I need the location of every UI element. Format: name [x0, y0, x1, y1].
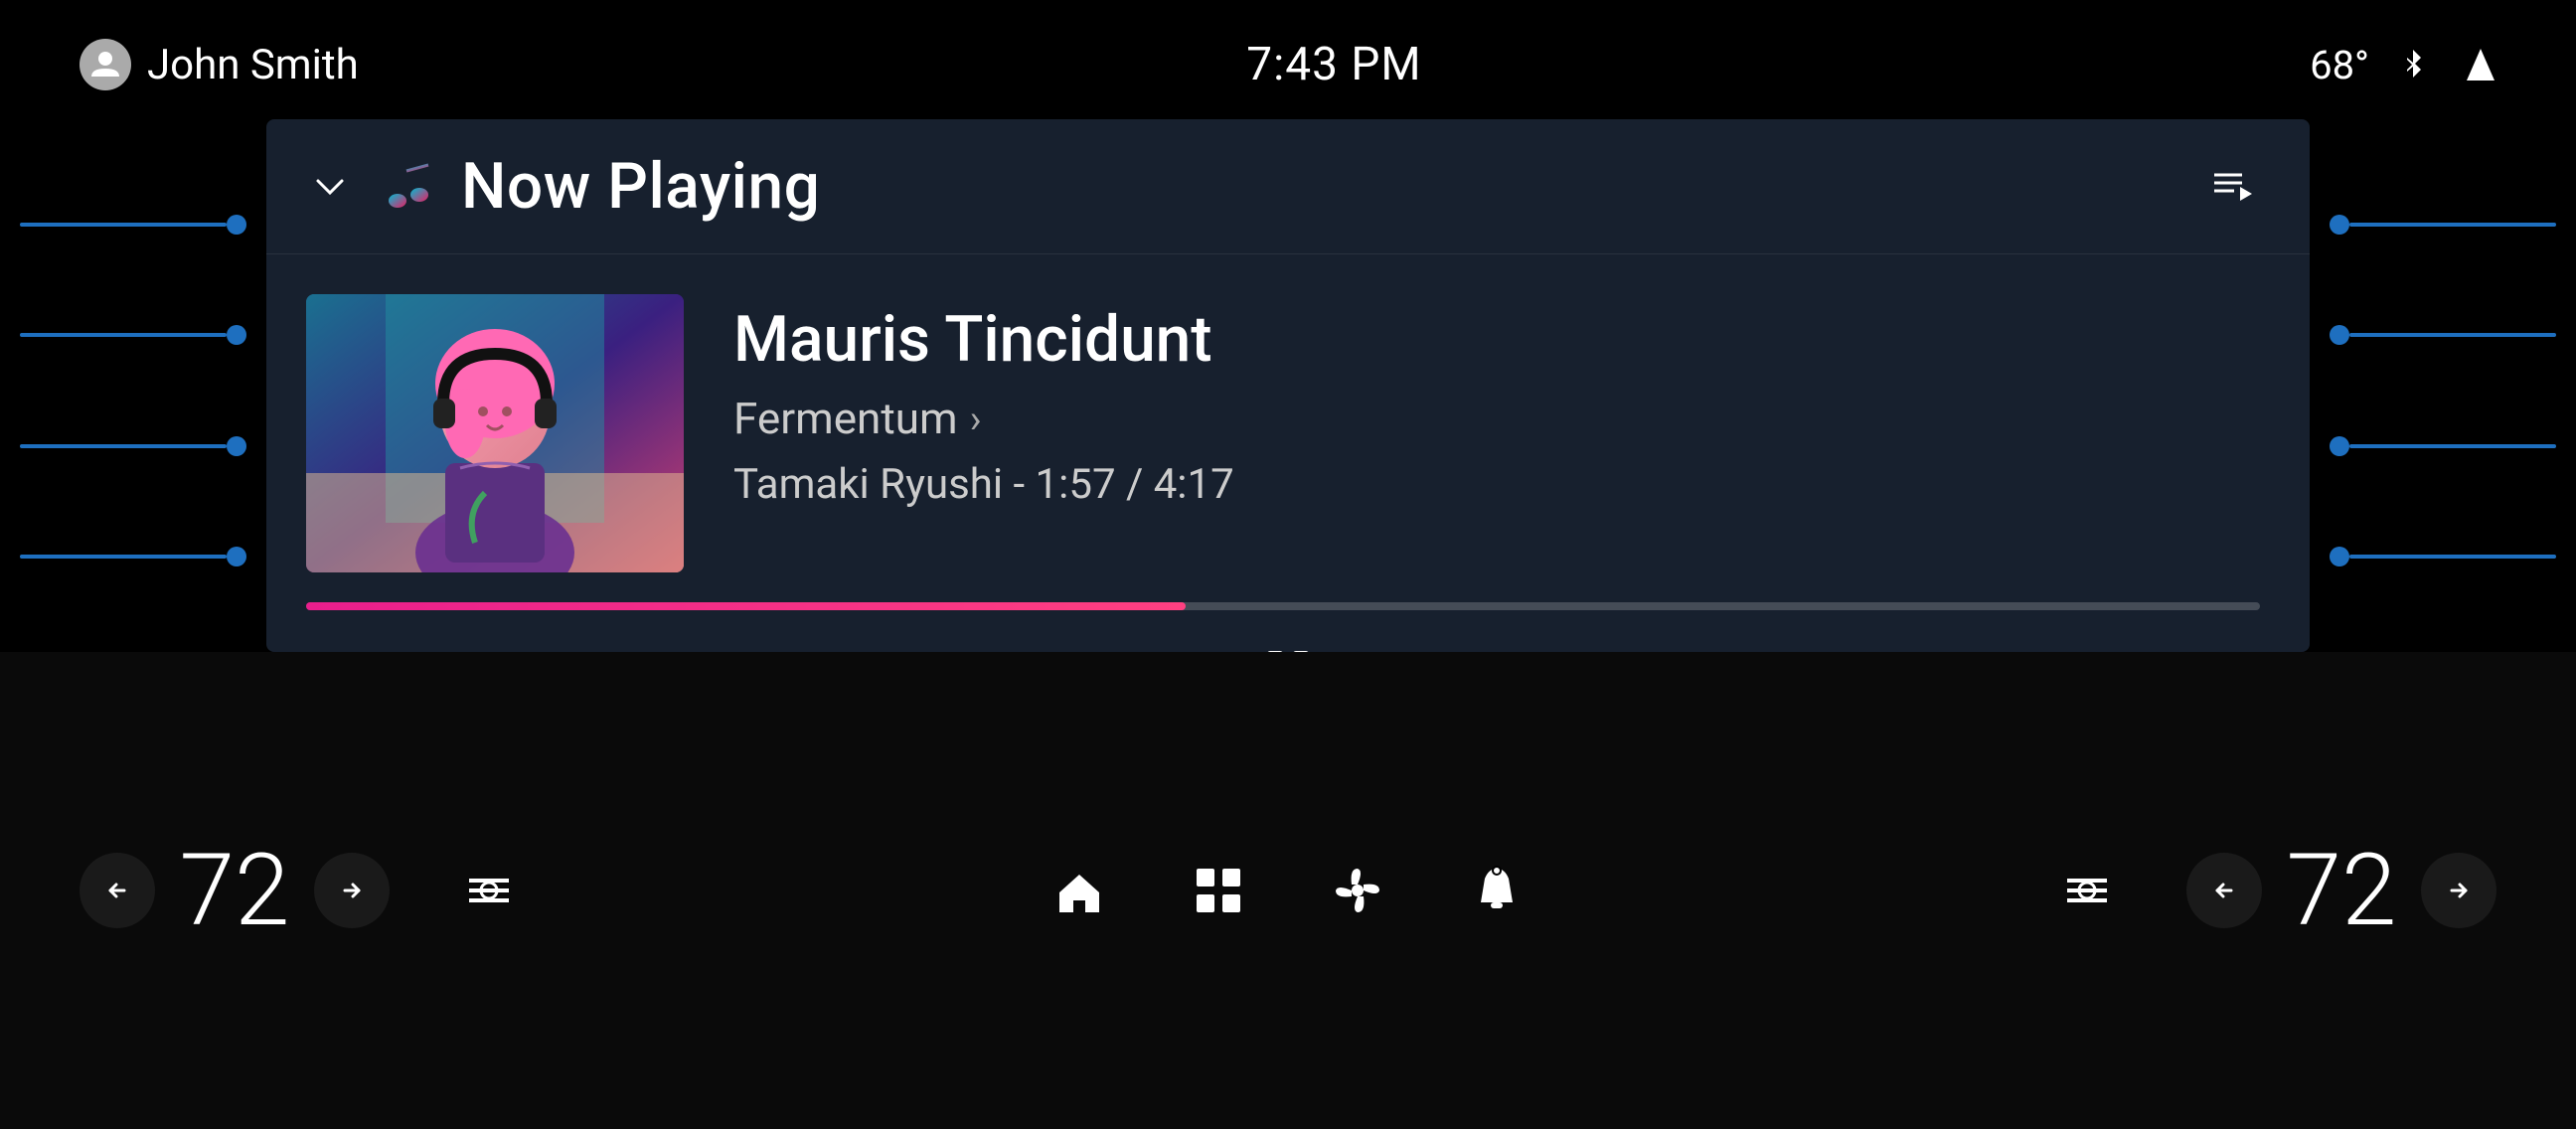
fan-button[interactable]	[1328, 861, 1387, 920]
right-temp-increase[interactable]	[2421, 853, 2496, 928]
album-chevron-icon: ›	[970, 396, 982, 442]
right-temp-control: 72	[2186, 833, 2496, 949]
left-temp-control: 72	[80, 833, 390, 949]
status-user: John Smith	[80, 39, 359, 90]
signal-icon	[2457, 45, 2496, 84]
left-vent-icon	[459, 861, 519, 920]
track-info: Mauris Tincidunt Fermentum › Tamaki Ryus…	[733, 294, 2260, 509]
right-temp-decrease[interactable]	[2186, 853, 2262, 928]
temperature: 68°	[2310, 42, 2369, 88]
left-slider-1[interactable]	[20, 215, 246, 235]
progress-container[interactable]	[266, 592, 2310, 620]
status-time: 7:43 PM	[1246, 38, 1421, 91]
album-art-figure	[306, 294, 684, 572]
left-slider-4[interactable]	[20, 547, 246, 566]
user-name: John Smith	[147, 41, 359, 89]
right-slider-2[interactable]	[2330, 325, 2556, 345]
left-temp-increase[interactable]	[314, 853, 390, 928]
player-card: Now Playing	[266, 119, 2310, 652]
album-art	[306, 294, 684, 572]
player-header: Now Playing	[266, 119, 2310, 254]
left-slider-3[interactable]	[20, 436, 246, 456]
home-button[interactable]	[1049, 861, 1109, 920]
left-sliders	[0, 129, 266, 652]
left-temperature: 72	[175, 833, 294, 949]
header-left: Now Playing	[306, 149, 820, 224]
bottom-right-section: 72	[2057, 833, 2496, 949]
grid-button[interactable]	[1189, 861, 1248, 920]
right-slider-4[interactable]	[2330, 547, 2556, 566]
bottom-left-section: 72	[80, 833, 519, 949]
progress-track[interactable]	[306, 602, 2260, 610]
track-album[interactable]: Fermentum ›	[733, 393, 2260, 444]
nav-icons	[1049, 861, 1527, 920]
bell-button[interactable]	[1467, 861, 1527, 920]
collapse-button[interactable]	[306, 163, 354, 211]
player-content: Mauris Tincidunt Fermentum › Tamaki Ryus…	[266, 254, 2310, 592]
queue-button[interactable]	[2204, 159, 2260, 215]
bluetooth-icon	[2393, 45, 2433, 84]
bottom-bar: 72	[0, 652, 2576, 1129]
left-temp-decrease[interactable]	[80, 853, 155, 928]
music-note-icon	[378, 157, 437, 217]
status-icons: 68°	[2310, 42, 2496, 88]
status-bar: John Smith 7:43 PM 68°	[0, 0, 2576, 129]
track-title: Mauris Tincidunt	[733, 302, 2260, 377]
track-artist-time: Tamaki Ryushi - 1:57 / 4:17	[733, 460, 2260, 509]
album-art-svg	[306, 294, 684, 572]
now-playing-title: Now Playing	[461, 149, 820, 224]
right-vent-icon	[2057, 861, 2117, 920]
right-sliders	[2310, 129, 2576, 652]
right-slider-1[interactable]	[2330, 215, 2556, 235]
right-temperature: 72	[2282, 833, 2401, 949]
right-slider-3[interactable]	[2330, 436, 2556, 456]
left-slider-2[interactable]	[20, 325, 246, 345]
progress-fill	[306, 602, 1186, 610]
user-icon	[80, 39, 131, 90]
